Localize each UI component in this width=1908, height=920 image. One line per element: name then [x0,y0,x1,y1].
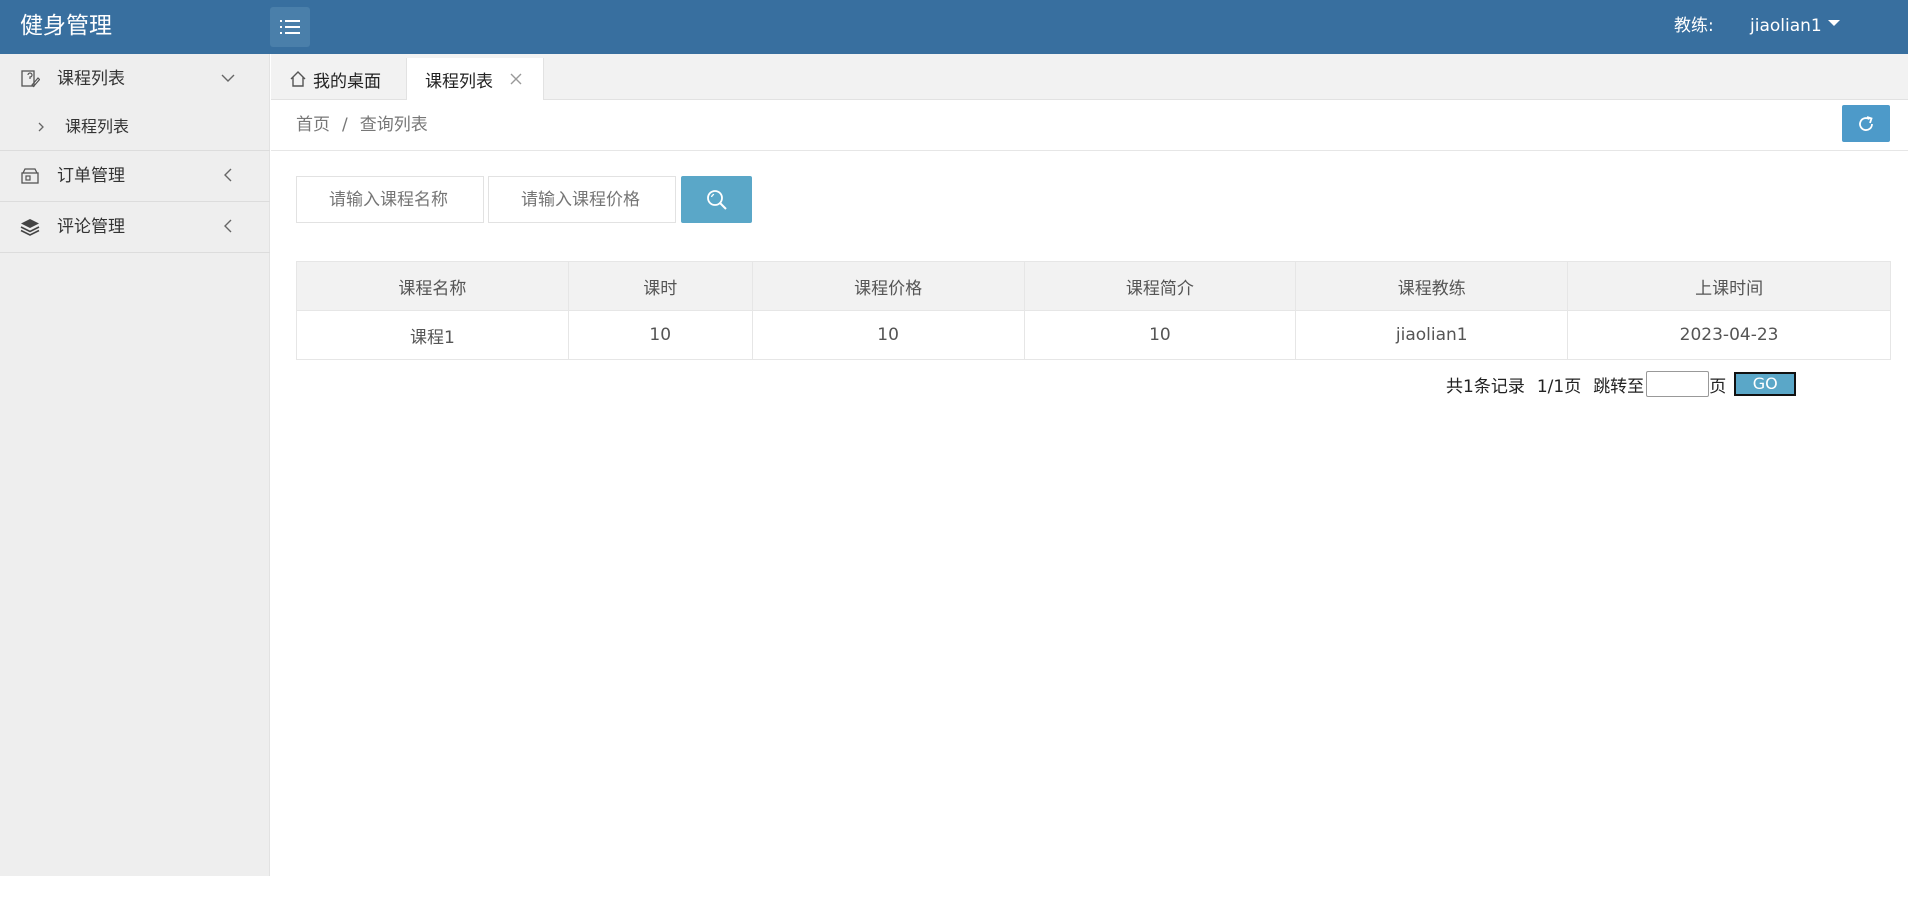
chevron-left-icon [224,168,232,182]
nav-sub-label-course-list: 课程列表 [65,117,130,136]
nav-head-comments[interactable]: 评论管理 [0,202,270,252]
table-cell: 10 [567,310,753,360]
column-header: 课时 [567,261,753,311]
search-icon [706,189,727,210]
course-table: 课程名称 课时 课程价格 课程简介 课程教练 上课时间 课程1 10 10 10… [296,261,1891,360]
app-root: 健身管理 教练: jiaolian1 课程列表 课程列表 订单管理 评论管理 我… [0,0,1908,920]
table-cell: 2023-04-23 [1567,310,1891,360]
breadcrumb: 首页 / 查询列表 [296,113,428,137]
username-text: jiaolian1 [1750,16,1822,36]
nav-label-course-list: 课程列表 [57,69,125,89]
tab-my-desktop[interactable]: 我的桌面 [289,58,381,100]
table-cell: 10 [1023,310,1297,360]
close-icon[interactable] [509,72,523,86]
storefront-icon [21,168,39,184]
edit-doc-icon [21,70,40,88]
tab-course-list[interactable]: 课程列表 [406,58,544,100]
user-role-label: 教练: [1674,16,1714,36]
top-header: 健身管理 教练: jiaolian1 [0,0,1908,54]
nav-head-course-list[interactable]: 课程列表 [0,54,270,104]
list-menu-icon [280,20,300,34]
table-cell: 10 [751,310,1025,360]
table-header-row: 课程名称 课时 课程价格 课程简介 课程教练 上课时间 [296,261,1891,311]
page-count-text: 1/1页 [1536,376,1582,397]
sidebar: 课程列表 课程列表 订单管理 评论管理 [0,54,270,876]
go-button[interactable]: GO [1734,372,1797,396]
table-cell: 课程1 [296,310,569,360]
caret-down-icon [1827,20,1840,26]
column-header: 课程价格 [751,261,1025,311]
breadcrumb-home-link[interactable]: 首页 [296,113,330,137]
chevron-down-icon [221,74,235,82]
page-unit-label: 页 [1709,376,1727,397]
app-title: 健身管理 [20,13,112,39]
column-header: 课程简介 [1023,261,1297,311]
total-records-text: 共1条记录 [1446,376,1525,397]
nav-group-orders: 订单管理 [0,151,270,202]
nav-label-orders: 订单管理 [57,166,125,186]
breadcrumb-row: 首页 / 查询列表 [271,100,1908,151]
user-menu[interactable]: jiaolian1 [1750,14,1840,38]
table-cell: jiaolian1 [1295,310,1569,360]
pagination: 共1条记录 1/1页 跳转至 页 GO [1446,370,1797,398]
nav-label-comments: 评论管理 [57,217,125,237]
tab-label-course-list: 课程列表 [425,71,493,92]
nav-sub-course-list[interactable]: 课程列表 [0,104,270,150]
page-number-input[interactable] [1646,371,1710,397]
course-name-input[interactable] [296,176,484,223]
nav-group-comments: 评论管理 [0,202,270,253]
breadcrumb-separator: / [342,115,348,135]
nav-head-orders[interactable]: 订单管理 [0,151,270,201]
home-icon [290,71,306,87]
tab-bar: 我的桌面 课程列表 [271,54,1908,100]
course-price-input[interactable] [488,176,676,223]
column-header: 课程名称 [296,261,569,311]
column-header: 课程教练 [1295,261,1569,311]
chevron-right-icon [38,122,44,132]
chevron-left-icon [224,219,232,233]
menu-toggle-button[interactable] [270,7,310,47]
refresh-icon [1859,115,1873,131]
table-row: 课程1 10 10 10 jiaolian1 2023-04-23 [296,310,1891,360]
nav-group-course: 课程列表 课程列表 [0,54,270,151]
tab-label-home: 我的桌面 [313,71,381,92]
column-header: 上课时间 [1567,261,1891,311]
search-button[interactable] [681,176,752,223]
breadcrumb-current: 查询列表 [359,115,428,135]
refresh-button[interactable] [1842,105,1890,142]
jump-to-label: 跳转至 [1593,376,1645,397]
layers-icon [20,219,40,236]
